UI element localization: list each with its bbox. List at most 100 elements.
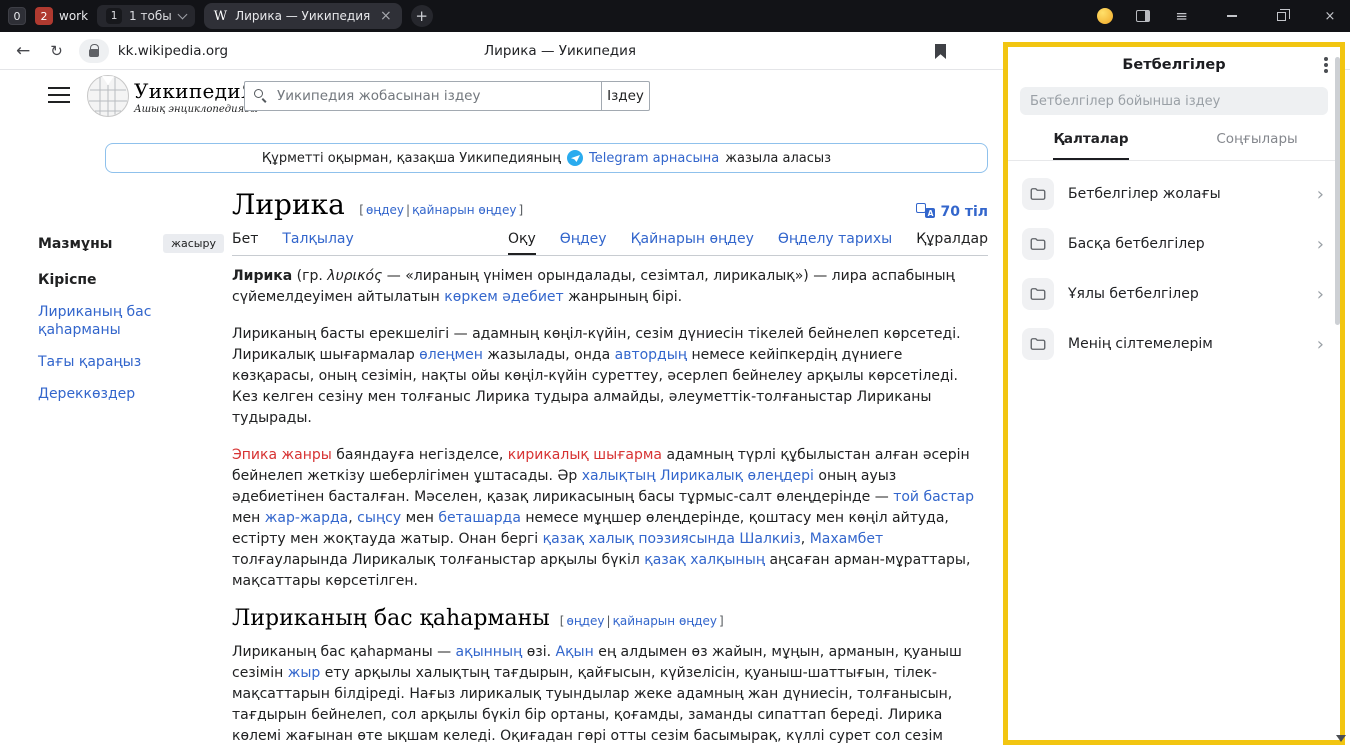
wiki-search-button[interactable]: Іздеу: [602, 81, 650, 111]
paragraph: Эпика жанры баяндауға негізделсе, кирика…: [232, 445, 988, 592]
bookmarks-search-input[interactable]: [1020, 87, 1328, 115]
wikipedia-logo[interactable]: [86, 74, 130, 122]
wiki-link[interactable]: Лирикалық өлеңдері: [660, 468, 814, 484]
toc-hide-button[interactable]: жасыру: [163, 234, 224, 253]
url-text[interactable]: kk.wikipedia.org: [118, 43, 228, 59]
edit-source-link[interactable]: қайнарын өңдеу: [412, 203, 516, 217]
toc-item-sources[interactable]: Дереккөздер: [38, 385, 224, 403]
wiki-link[interactable]: қазақ халық поэзиясында: [543, 531, 735, 547]
tab-edit[interactable]: Өңдеу: [560, 231, 607, 247]
back-icon[interactable]: ←: [16, 41, 30, 61]
folder-icon: [1022, 178, 1054, 210]
folder-row-mobile-bookmarks[interactable]: Ұялы бетбелгілер ›: [1008, 269, 1340, 319]
wiki-link[interactable]: той бастар: [893, 489, 974, 505]
wiki-link[interactable]: өлеңмен: [419, 347, 483, 363]
restore-icon: [1277, 12, 1286, 21]
search-icon: [254, 89, 263, 98]
telegram-link[interactable]: Telegram арнасына: [589, 151, 719, 166]
tab-edit-source[interactable]: Қайнарын өңдеу: [631, 231, 754, 247]
paragraph: Лириканың бас қаһарманы — ақынның өзі. А…: [232, 642, 988, 745]
wikipedia-wordmark[interactable]: УикипедиЯ Ашық энциклопедиясы: [134, 79, 258, 115]
wordmark-tagline: Ашық энциклопедиясы: [134, 104, 258, 115]
tab-counter-badge[interactable]: 0: [8, 7, 26, 25]
tab-bar: 0 2 work 1 1 тобы W Лирика — Уикипедия ×…: [0, 0, 1350, 32]
tab-group-count: 1: [106, 8, 122, 24]
toc-item-see-also[interactable]: Тағы қараңыз: [38, 353, 224, 371]
wiki-link[interactable]: автордың: [615, 347, 687, 363]
wiki-hamburger-icon[interactable]: [48, 87, 70, 103]
wiki-link[interactable]: жыр: [288, 665, 321, 681]
workspace-count: 2: [35, 7, 53, 25]
article-title: Лирика: [232, 188, 345, 221]
wiki-link[interactable]: көркем әдебиет: [444, 289, 563, 305]
tab-read[interactable]: Оқу: [508, 231, 536, 255]
toc-item-intro[interactable]: Кіріспе: [38, 271, 224, 289]
bookmark-flag-icon[interactable]: [935, 44, 946, 59]
folder-row-my-links[interactable]: Менің сілтемелерім ›: [1008, 319, 1340, 369]
article-body: Лирика (гр. λυρικός — «лираның үнімен ор…: [232, 266, 988, 745]
restore-button[interactable]: [1261, 0, 1301, 32]
browser-menu-icon[interactable]: ≡: [1175, 7, 1189, 25]
tab-folders[interactable]: Қалталар: [1008, 131, 1174, 160]
article-tabs: Бет Талқылау Оқу Өңдеу Қайнарын өңдеу Өң…: [232, 226, 988, 256]
scrollbar-down-arrow[interactable]: [1336, 735, 1346, 742]
folder-icon: [1022, 228, 1054, 260]
tab-history[interactable]: Өңделу тарихы: [778, 231, 892, 247]
reload-icon[interactable]: ↻: [50, 42, 63, 60]
close-tab-icon[interactable]: ×: [380, 8, 392, 24]
tab-page[interactable]: Бет: [232, 231, 258, 247]
minimize-button[interactable]: [1212, 0, 1252, 32]
chevron-right-icon: ›: [1317, 334, 1324, 355]
tab-group[interactable]: 1 1 тобы: [97, 5, 195, 27]
rewards-coin-icon[interactable]: [1097, 8, 1113, 24]
browser-tab-active[interactable]: W Лирика — Уикипедия ×: [204, 3, 402, 29]
title-edit-links: [өңдеу|қайнарын өңдеу]: [359, 203, 523, 217]
edit-link[interactable]: өңдеу: [366, 203, 404, 217]
wiki-link[interactable]: сыңсу: [357, 510, 401, 526]
telegram-icon: [567, 150, 583, 166]
banner-text-prefix: Құрметті оқырман, қазақша Уикипедияның: [262, 151, 561, 166]
wiki-search-input[interactable]: [244, 81, 602, 111]
wiki-link[interactable]: халықтың: [582, 468, 656, 484]
edit-source-link[interactable]: қайнарын өңдеу: [613, 614, 717, 628]
close-window-button[interactable]: ×: [1310, 0, 1350, 32]
chevron-right-icon: ›: [1317, 284, 1324, 305]
tab-recent[interactable]: Соңғылары: [1174, 131, 1340, 160]
wiki-redlink[interactable]: Эпика жанры: [232, 447, 332, 463]
tab-tools[interactable]: Құралдар: [916, 231, 988, 247]
wiki-link[interactable]: ақынның: [456, 644, 523, 660]
language-count: 70 тіл: [940, 204, 988, 220]
workspace-label: work: [59, 9, 88, 23]
wiki-link[interactable]: жар-жарда: [265, 510, 348, 526]
table-of-contents: Мазмұны жасыру Кіріспе Лириканың бас қаһ…: [38, 234, 224, 417]
bookmarks-panel-title: Бетбелгілер: [1122, 57, 1225, 73]
wiki-link[interactable]: Махамбет: [810, 531, 884, 547]
kebab-menu-icon[interactable]: [1324, 63, 1328, 67]
paragraph: Лирика (гр. λυρικός — «лираның үнімен ор…: [232, 266, 988, 308]
folder-row-other-bookmarks[interactable]: Басқа бетбелгілер ›: [1008, 219, 1340, 269]
wiki-link[interactable]: Шалкиіз: [739, 531, 800, 547]
wikipedia-favicon: W: [214, 9, 227, 24]
side-panels-icon[interactable]: [1136, 10, 1150, 22]
site-security-pill[interactable]: [79, 39, 109, 63]
new-tab-button[interactable]: +: [411, 5, 433, 27]
folder-icon: [1022, 278, 1054, 310]
wiki-redlink[interactable]: кирикалық шығарма: [508, 447, 662, 463]
edit-link[interactable]: өңдеу: [566, 614, 604, 628]
wiki-search: Іздеу: [244, 81, 650, 111]
language-selector[interactable]: A70 тіл: [872, 203, 988, 220]
bookmarks-panel: Бетбелгілер Қалталар Соңғылары Бетбелгіл…: [1003, 42, 1345, 745]
chevron-right-icon: ›: [1317, 234, 1324, 255]
tab-group-label: 1 тобы: [129, 9, 172, 23]
workspace-badge[interactable]: 2 work: [35, 7, 88, 25]
chevron-down-icon: [177, 10, 187, 20]
folder-row-bookmarks-bar[interactable]: Бетбелгілер жолағы ›: [1008, 169, 1340, 219]
panel-scrollbar-thumb[interactable]: [1335, 57, 1340, 325]
wiki-link[interactable]: қазақ халқының: [644, 552, 765, 568]
tab-talk[interactable]: Талқылау: [282, 231, 353, 247]
wiki-link[interactable]: Ақын: [556, 644, 594, 660]
toc-item-hero[interactable]: Лириканың бас қаһарманы: [38, 303, 224, 339]
folder-icon: [1022, 328, 1054, 360]
section-edit-links: [өңдеу|қайнарын өңдеу]: [560, 614, 724, 628]
wiki-link[interactable]: беташарда: [438, 510, 521, 526]
